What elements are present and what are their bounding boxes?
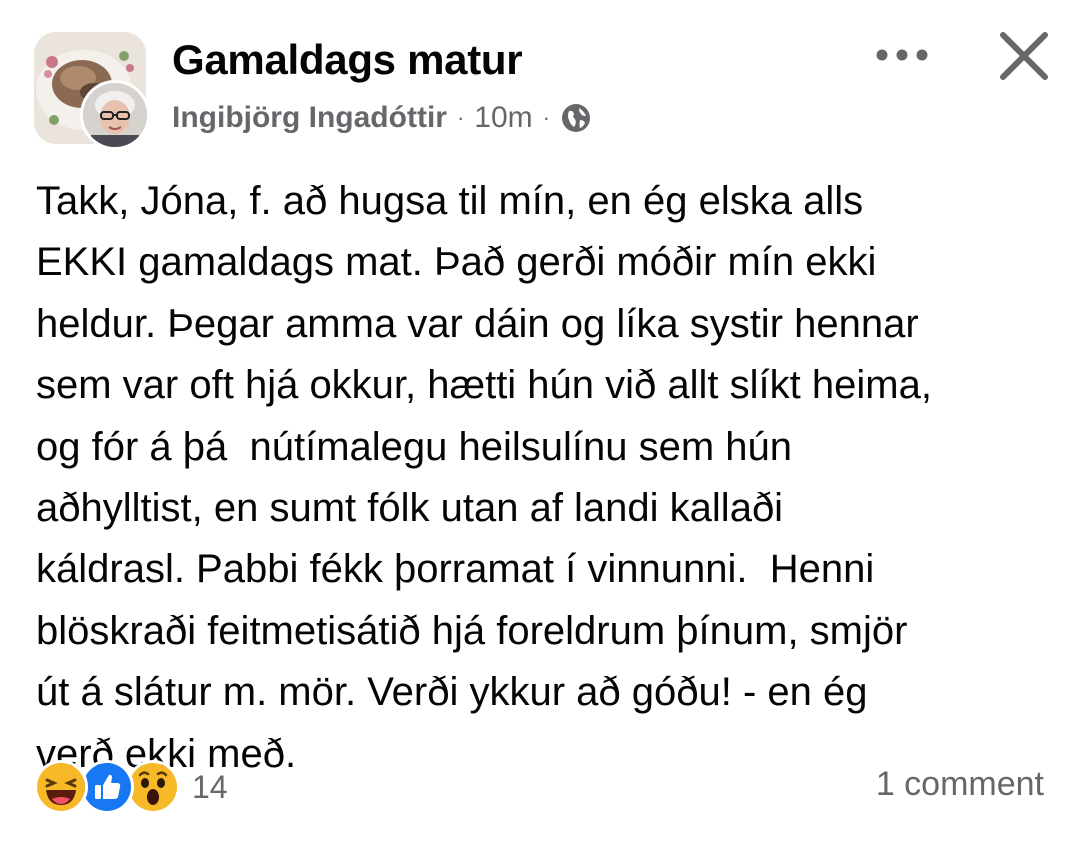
group-name-link[interactable]: Gamaldags matur — [172, 36, 523, 84]
more-horizontal-icon — [876, 49, 928, 61]
post-text-line: káldrasl. Pabbi fékk þorramat í vinnunni… — [36, 547, 875, 592]
post-text-line: og fór á þá nútímalegu heilsulínu sem hú… — [36, 424, 793, 469]
meta-separator-2: · — [542, 105, 550, 130]
author-photo-image — [83, 83, 147, 147]
post-text-line: út á slátur m. mör. Verði ykkur að góðu!… — [36, 670, 868, 715]
post-text-line: heldur. Þegar amma var dáin og líka syst… — [36, 301, 919, 346]
meta-separator: · — [456, 105, 465, 130]
like-reaction-icon — [80, 760, 134, 814]
close-button[interactable] — [988, 20, 1060, 92]
reaction-count: 14 — [192, 768, 228, 805]
author-avatar[interactable] — [80, 80, 150, 150]
wow-reaction-icon — [126, 760, 180, 814]
post-text-line: EKKI gamaldags mat. Það gerði móðir mín … — [36, 240, 877, 285]
post-text-line: aðhylltist, en sumt fólk utan af landi k… — [36, 486, 784, 531]
comments-count-link[interactable]: 1 comment — [876, 765, 1044, 804]
post-time[interactable]: 10m — [474, 101, 532, 135]
globe-icon — [560, 102, 592, 134]
haha-reaction-icon — [34, 760, 88, 814]
close-icon — [1000, 32, 1048, 80]
author-name-link[interactable]: Ingibjörg Ingadóttir — [172, 101, 447, 135]
post-header: Gamaldags matur Ingibjörg Ingadóttir · 1… — [0, 0, 1080, 160]
post-meta: Ingibjörg Ingadóttir · 10m · — [172, 98, 592, 138]
post-text-line: blöskraði feitmetisátið hjá foreldrum þí… — [36, 608, 908, 653]
post-body-text: Takk, Jóna, f. að hugsa til mín, en ég e… — [36, 171, 1066, 785]
reactions-summary[interactable]: 14 — [34, 760, 228, 814]
post-footer: 14 1 comment — [0, 755, 1080, 825]
more-options-button[interactable] — [866, 32, 938, 78]
post-text-line: Takk, Jóna, f. að hugsa til mín, en ég e… — [36, 179, 864, 223]
post-text-line: sem var oft hjá okkur, hætti hún við all… — [36, 363, 932, 408]
